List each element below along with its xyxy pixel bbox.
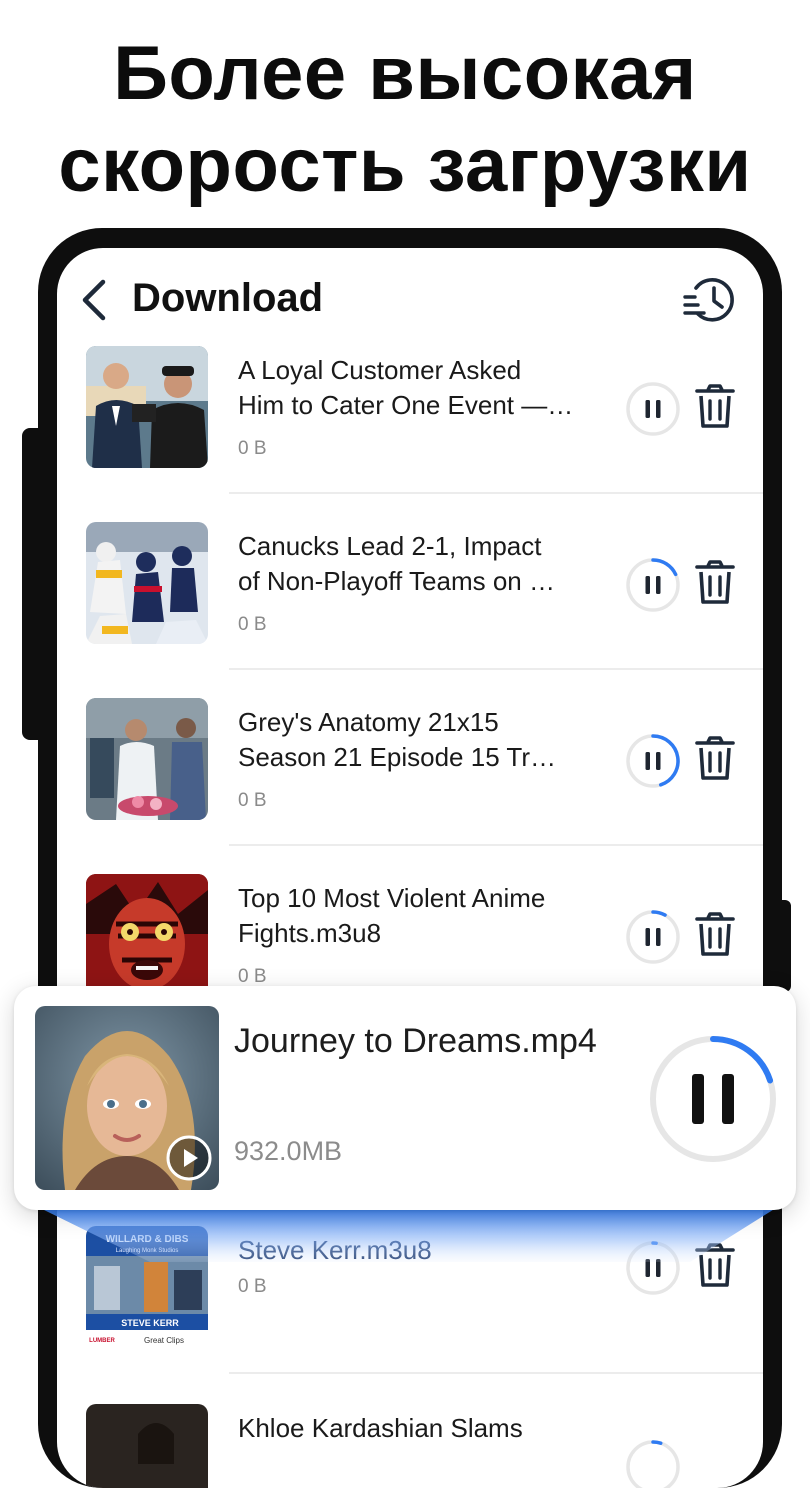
pause-icon xyxy=(626,910,680,964)
promo-headline: Более высокая скорость загрузки xyxy=(0,28,810,212)
download-title: Top 10 Most Violent Anime Fights.m3u8 xyxy=(238,881,608,951)
download-title-line1: Grey's Anatomy 21x15 xyxy=(238,707,499,737)
delete-button[interactable] xyxy=(695,1243,735,1289)
download-title: Steve Kerr.m3u8 xyxy=(238,1233,608,1268)
pause-icon xyxy=(626,1440,680,1488)
download-title-line2: Season 21 Episode 15 Tr… xyxy=(238,742,556,772)
download-item[interactable]: Top 10 Most Violent Anime Fights.m3u8 0 … xyxy=(57,776,763,996)
download-item[interactable]: A Loyal Customer Asked Him to Cater One … xyxy=(57,248,763,494)
featured-title: Journey to Dreams.mp4 xyxy=(234,1022,597,1060)
phone-power-button xyxy=(781,900,791,992)
play-icon[interactable] xyxy=(165,1134,213,1182)
download-title: Grey's Anatomy 21x15 Season 21 Episode 1… xyxy=(238,705,608,775)
featured-download-card[interactable]: Journey to Dreams.mp4 932.0MB xyxy=(14,986,796,1210)
pause-icon xyxy=(626,1241,680,1295)
pause-icon xyxy=(650,1036,776,1162)
download-title-line1: Steve Kerr.m3u8 xyxy=(238,1235,432,1265)
delete-button[interactable] xyxy=(695,912,735,958)
download-title: Canucks Lead 2-1, Impact of Non-Playoff … xyxy=(238,529,608,599)
thumb-show-subtitle: Laughing Monk Studios xyxy=(116,1248,179,1254)
download-title-line2: of Non-Playoff Teams on … xyxy=(238,566,555,596)
download-title: A Loyal Customer Asked Him to Cater One … xyxy=(238,353,608,423)
pause-button[interactable] xyxy=(625,1439,681,1488)
thumb-show-title: WILLARD & DIBS xyxy=(106,1234,189,1245)
download-title-line1: Canucks Lead 2-1, Impact xyxy=(238,531,542,561)
download-item[interactable]: Grey's Anatomy 21x15 Season 21 Episode 1… xyxy=(57,600,763,846)
download-title-line1: Khloe Kardashian Slams xyxy=(238,1413,523,1443)
featured-pause-button[interactable] xyxy=(646,1032,780,1166)
download-title-line1: Top 10 Most Violent Anime xyxy=(238,883,546,913)
download-title-line2: Him to Cater One Event —… xyxy=(238,390,574,420)
pause-button[interactable] xyxy=(625,1240,681,1296)
featured-size: 932.0MB xyxy=(234,1136,343,1166)
promo-headline-line1: Более высокая xyxy=(113,31,697,116)
download-item[interactable]: Canucks Lead 2-1, Impact of Non-Playoff … xyxy=(57,424,763,670)
trash-icon xyxy=(695,912,735,956)
featured-thumbnail[interactable] xyxy=(35,1006,219,1190)
video-thumbnail xyxy=(86,874,208,996)
download-size: 0 B xyxy=(238,966,267,987)
phone-side-button xyxy=(22,428,38,740)
phone-screen: Download A Loyal Customer Asked Him to C… xyxy=(57,248,763,1488)
download-title: Khloe Kardashian Slams xyxy=(238,1411,608,1446)
video-thumbnail xyxy=(86,1404,208,1488)
promo-headline-line2: скорость загрузки xyxy=(58,123,752,208)
download-title-line1: A Loyal Customer Asked xyxy=(238,355,522,385)
pause-button[interactable] xyxy=(625,909,681,965)
download-size: 0 B xyxy=(238,1276,267,1297)
download-item[interactable]: Khloe Kardashian Slams xyxy=(57,1306,763,1488)
download-title-line2: Fights.m3u8 xyxy=(238,918,382,948)
trash-icon xyxy=(695,1243,735,1287)
